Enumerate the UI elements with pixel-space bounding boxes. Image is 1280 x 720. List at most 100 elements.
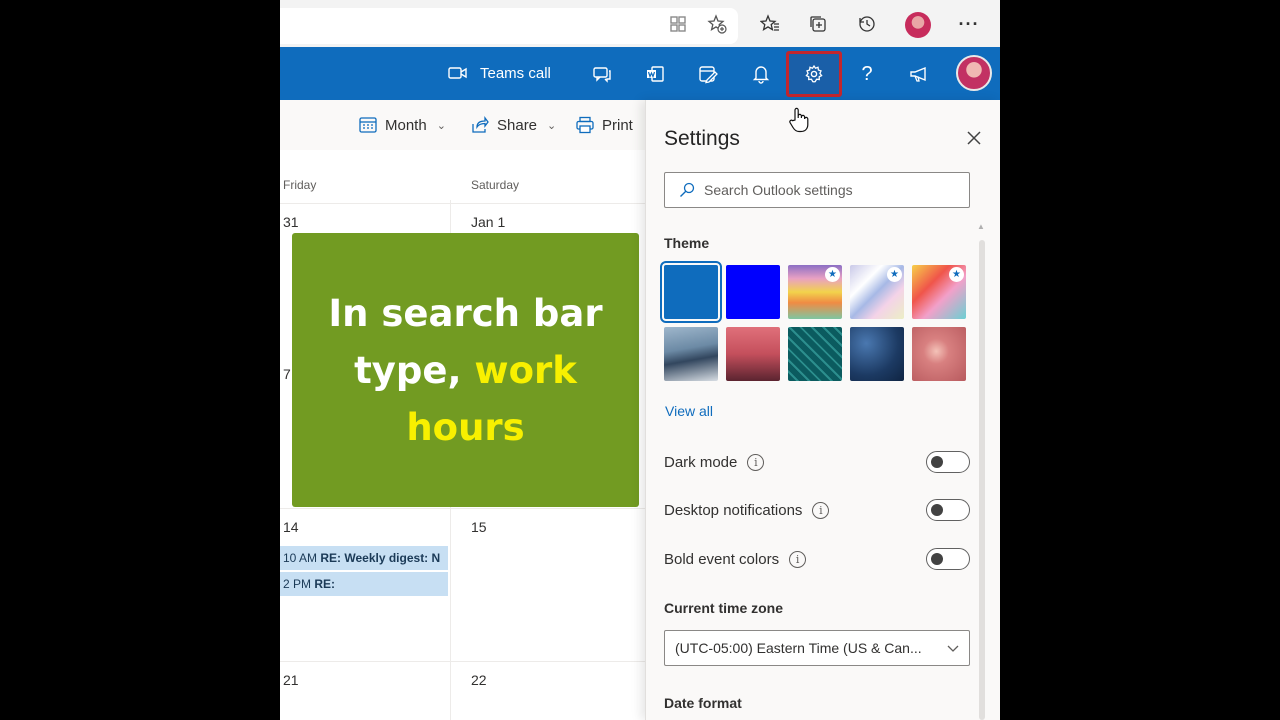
collections-icon[interactable]: [804, 10, 832, 38]
add-favorite-icon[interactable]: [703, 10, 731, 38]
dark-mode-toggle[interactable]: [926, 451, 970, 473]
dark-mode-label: Dark mode: [664, 453, 738, 471]
app-header: Teams call ?: [280, 47, 1000, 100]
desktop-notifications-toggle[interactable]: [926, 499, 970, 521]
event-time: 2 PM: [283, 577, 312, 591]
star-icon: ★: [825, 267, 840, 282]
calendar-event[interactable]: 10 AM RE: Weekly digest: N: [280, 546, 448, 570]
teams-call-label: Teams call: [480, 64, 551, 82]
info-icon[interactable]: i: [812, 501, 830, 519]
hand-cursor-icon: [789, 107, 809, 133]
outlook-window: ··· Teams call ? Month ⌄ Share ⌄ Print F…: [280, 0, 1000, 720]
teams-call-button[interactable]: Teams call: [448, 61, 551, 85]
print-button[interactable]: Print: [576, 114, 633, 136]
feedback-icon[interactable]: [904, 58, 936, 90]
share-label: Share: [497, 116, 538, 134]
date-cell[interactable]: 21: [283, 672, 299, 688]
caption-highlight: hours: [406, 405, 525, 449]
theme-tile-mountain[interactable]: [664, 327, 718, 381]
star-icon: ★: [887, 267, 902, 282]
bold-event-colors-label: Bold event colors: [664, 550, 780, 568]
view-label: Month: [385, 116, 427, 134]
event-title: RE: Weekly digest: N: [320, 551, 441, 565]
chevron-down-icon: [947, 645, 959, 652]
view-all-link[interactable]: View all: [665, 403, 713, 419]
date-cell[interactable]: 31: [283, 214, 299, 230]
info-icon[interactable]: i: [747, 453, 765, 471]
calendar-icon: [359, 117, 377, 133]
theme-tile-deep-blue[interactable]: [726, 265, 780, 319]
desktop-notifications-label: Desktop notifications: [664, 501, 803, 519]
theme-tile-pride[interactable]: ★: [912, 265, 966, 319]
settings-search[interactable]: [664, 172, 970, 208]
scrollbar[interactable]: [979, 240, 985, 720]
view-dropdown[interactable]: Month ⌄: [359, 114, 446, 136]
event-title: RE:: [314, 577, 336, 591]
print-icon: [576, 116, 594, 134]
theme-tile-pastel[interactable]: ★: [850, 265, 904, 319]
my-day-icon[interactable]: [692, 58, 724, 90]
time-zone-heading: Current time zone: [664, 600, 784, 616]
dark-mode-row: Dark mode i: [664, 450, 970, 474]
more-icon[interactable]: ···: [955, 10, 983, 38]
profile-avatar[interactable]: [905, 12, 931, 38]
search-icon: [680, 182, 695, 197]
time-zone-value: (UTC-05:00) Eastern Time (US & Can...: [675, 640, 922, 656]
date-format-heading: Date format: [664, 695, 742, 711]
caption-text: In search bar type, work hours: [328, 285, 602, 456]
date-cell[interactable]: 15: [471, 519, 487, 535]
account-avatar[interactable]: [956, 55, 992, 91]
date-cell[interactable]: Jan 1: [471, 214, 505, 230]
info-icon[interactable]: i: [789, 550, 807, 568]
calendar-toolbar: Month ⌄ Share ⌄ Print: [280, 100, 645, 150]
share-button[interactable]: Share ⌄: [471, 114, 556, 136]
theme-tile-rainbow[interactable]: ★: [788, 265, 842, 319]
tutorial-caption: In search bar type, work hours: [292, 233, 639, 507]
chevron-down-icon: ⌄: [547, 119, 557, 132]
bold-event-colors-toggle[interactable]: [926, 548, 970, 570]
settings-search-input[interactable]: [704, 182, 944, 198]
settings-title: Settings: [664, 127, 740, 150]
day-name-friday: Friday: [283, 178, 317, 192]
caption-line-1: In search bar: [328, 291, 603, 335]
settings-button[interactable]: [786, 51, 842, 97]
time-zone-select[interactable]: (UTC-05:00) Eastern Time (US & Can...: [664, 630, 970, 666]
theme-tile-circuit[interactable]: [788, 327, 842, 381]
history-icon[interactable]: [853, 10, 881, 38]
print-label: Print: [602, 116, 633, 134]
date-cell[interactable]: 14: [283, 519, 299, 535]
close-icon: [967, 131, 981, 145]
video-camera-icon: [448, 67, 467, 79]
theme-heading: Theme: [664, 235, 710, 251]
grid-line: [280, 508, 645, 509]
word-icon[interactable]: [639, 58, 671, 90]
calendar-event[interactable]: 2 PM RE:: [280, 572, 448, 596]
grid-line: [280, 203, 645, 204]
help-icon[interactable]: ?: [851, 58, 883, 90]
star-icon: ★: [949, 267, 964, 282]
caption-highlight: work: [474, 348, 577, 392]
bold-event-colors-row: Bold event colors i: [664, 547, 970, 571]
theme-tile-innovation[interactable]: [850, 327, 904, 381]
caption-line-2: type,: [354, 348, 475, 392]
theme-tile-palms[interactable]: [726, 327, 780, 381]
browser-toolbar: ···: [280, 0, 1000, 47]
favorites-icon[interactable]: [756, 10, 784, 38]
notifications-icon[interactable]: [745, 58, 777, 90]
date-cell[interactable]: 7: [283, 366, 291, 382]
scroll-up-arrow[interactable]: ▲: [977, 222, 985, 231]
chat-icon[interactable]: [586, 58, 618, 90]
split-screen-icon[interactable]: [664, 10, 692, 38]
grid-line: [280, 661, 645, 662]
chevron-down-icon: ⌄: [436, 119, 446, 132]
date-cell[interactable]: 22: [471, 672, 487, 688]
settings-icon: [805, 64, 823, 83]
theme-tile-blue[interactable]: [660, 261, 722, 323]
event-time: 10 AM: [283, 551, 318, 565]
day-name-saturday: Saturday: [471, 178, 520, 192]
share-icon: [472, 116, 489, 133]
close-button[interactable]: [962, 126, 986, 150]
settings-panel: Settings ▲ Theme ★ ★ ★ View all Dark mod…: [645, 100, 1000, 720]
desktop-notifications-row: Desktop notifications i: [664, 498, 970, 522]
theme-tile-bokeh[interactable]: [912, 327, 966, 381]
